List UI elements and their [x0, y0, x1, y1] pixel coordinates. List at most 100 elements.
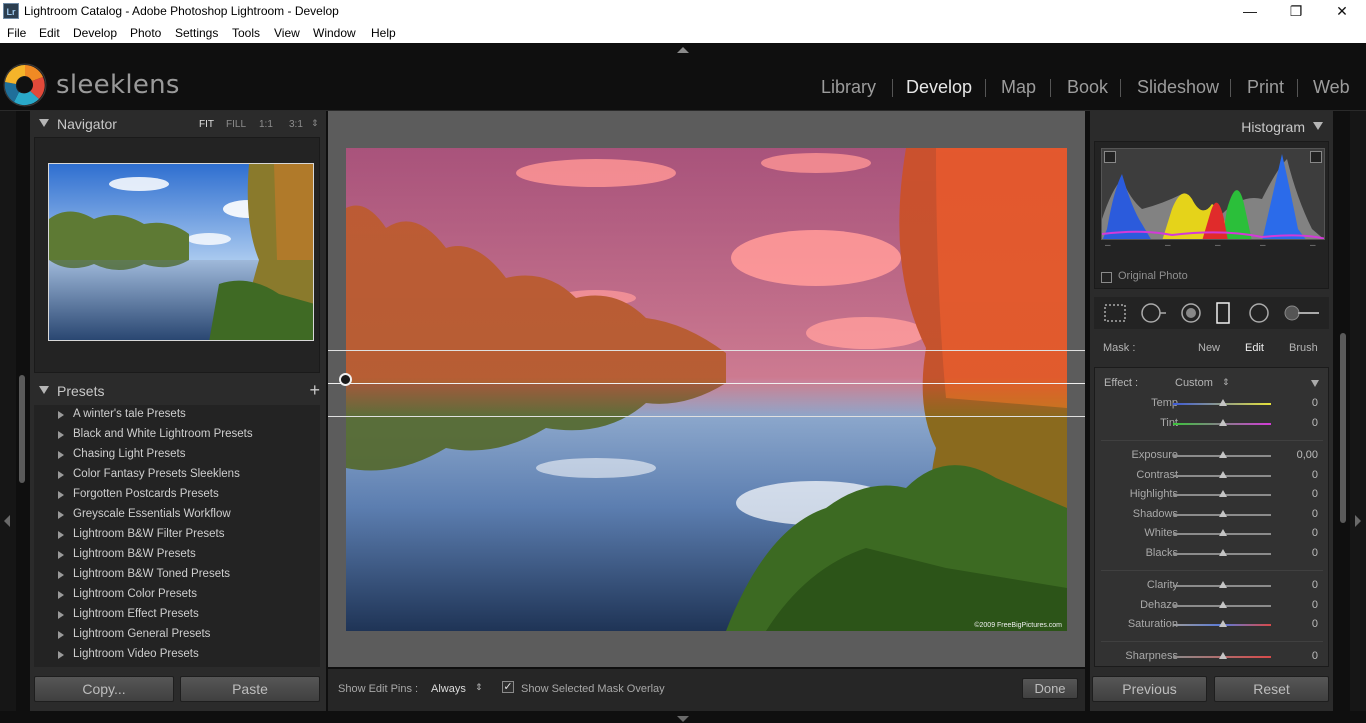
- minimize-icon[interactable]: —: [1227, 0, 1273, 23]
- nav-zoom-fit[interactable]: FIT: [199, 119, 214, 130]
- slider-value[interactable]: 0: [1312, 599, 1318, 611]
- menu-settings[interactable]: Settings: [175, 26, 218, 40]
- nav-zoom-3-1[interactable]: 3:1: [289, 119, 303, 130]
- slider-value[interactable]: 0: [1312, 397, 1318, 409]
- left-panel-toggle-strip[interactable]: [0, 111, 16, 711]
- nav-zoom-fill[interactable]: FILL: [226, 119, 246, 130]
- expand-triangle-icon[interactable]: [58, 651, 64, 659]
- histogram-graph[interactable]: [1101, 148, 1325, 240]
- mask-edit-button[interactable]: Edit: [1245, 342, 1264, 354]
- collapse-top-panel-icon[interactable]: [677, 47, 689, 53]
- adjustment-brush-icon[interactable]: [1284, 305, 1320, 321]
- radial-filter-icon[interactable]: [1248, 302, 1270, 324]
- expand-triangle-icon[interactable]: [58, 491, 64, 499]
- preset-folder[interactable]: Lightroom B&W Toned Presets: [34, 565, 320, 585]
- module-print[interactable]: Print: [1247, 77, 1284, 98]
- slider-thumb[interactable]: [1219, 490, 1227, 497]
- reset-button[interactable]: Reset: [1214, 676, 1329, 702]
- menu-develop[interactable]: Develop: [73, 26, 117, 40]
- add-preset-icon[interactable]: +: [309, 380, 320, 401]
- slider-value[interactable]: 0,00: [1297, 449, 1318, 461]
- slider-thumb[interactable]: [1219, 548, 1227, 556]
- slider-value[interactable]: 0: [1312, 469, 1318, 481]
- slider-tint[interactable]: Tint 0: [1095, 415, 1328, 433]
- preset-folder[interactable]: Lightroom B&W Presets: [34, 545, 320, 565]
- mask-brush-button[interactable]: Brush: [1289, 342, 1318, 354]
- slider-dehaze[interactable]: Dehaze 0: [1095, 597, 1328, 615]
- menu-tools[interactable]: Tools: [232, 26, 260, 40]
- slider-value[interactable]: 0: [1312, 650, 1318, 662]
- slider-thumb[interactable]: [1219, 529, 1227, 536]
- collapse-right-panel-icon[interactable]: [1355, 515, 1361, 527]
- slider-highlights[interactable]: Highlights 0: [1095, 486, 1328, 504]
- slider-thumb[interactable]: [1219, 451, 1227, 458]
- module-slideshow[interactable]: Slideshow: [1137, 77, 1219, 98]
- menu-photo[interactable]: Photo: [130, 26, 161, 40]
- right-panel-scrollbar[interactable]: [1340, 333, 1346, 523]
- show-edit-pins-select[interactable]: Always: [431, 683, 466, 695]
- collapse-triangle-icon[interactable]: [1313, 122, 1323, 130]
- preset-folder[interactable]: A winter's tale Presets: [34, 405, 320, 425]
- slider-thumb[interactable]: [1219, 470, 1227, 478]
- preset-folder[interactable]: Black and White Lightroom Presets: [34, 425, 320, 445]
- preset-folder[interactable]: Lightroom Effect Presets: [34, 605, 320, 625]
- red-eye-icon[interactable]: [1180, 302, 1202, 324]
- slider-value[interactable]: 0: [1312, 527, 1318, 539]
- presets-header[interactable]: Presets +: [30, 378, 326, 404]
- slider-thumb[interactable]: [1219, 600, 1227, 608]
- histogram-header[interactable]: Histogram: [1090, 111, 1333, 139]
- menu-edit[interactable]: Edit: [39, 26, 60, 40]
- expand-triangle-icon[interactable]: [58, 471, 64, 479]
- slider-value[interactable]: 0: [1312, 618, 1318, 630]
- expand-triangle-icon[interactable]: [58, 611, 64, 619]
- slider-blacks[interactable]: Blacks 0: [1095, 545, 1328, 563]
- slider-value[interactable]: 0: [1312, 508, 1318, 520]
- preset-folder[interactable]: Color Fantasy Presets Sleeklens: [34, 465, 320, 485]
- graduated-filter-top-line[interactable]: [328, 350, 1085, 351]
- slider-temp[interactable]: Temp 0: [1095, 395, 1328, 413]
- slider-clarity[interactable]: Clarity 0: [1095, 577, 1328, 595]
- effect-select[interactable]: Custom: [1175, 377, 1213, 389]
- mask-new-button[interactable]: New: [1198, 342, 1220, 354]
- menu-view[interactable]: View: [274, 26, 300, 40]
- collapse-bottom-panel-icon[interactable]: [677, 716, 689, 722]
- expand-triangle-icon[interactable]: [58, 411, 64, 419]
- slider-exposure[interactable]: Exposure 0,00: [1095, 447, 1328, 465]
- done-button[interactable]: Done: [1022, 678, 1078, 699]
- expand-triangle-icon[interactable]: [58, 571, 64, 579]
- effect-collapse-icon[interactable]: [1311, 380, 1319, 387]
- menu-file[interactable]: File: [7, 26, 26, 40]
- module-map[interactable]: Map: [1001, 77, 1036, 98]
- image-canvas[interactable]: ©2009 FreeBigPictures.com: [328, 111, 1085, 667]
- navigator-thumbnail[interactable]: [48, 163, 314, 341]
- slider-whites[interactable]: Whites 0: [1095, 525, 1328, 543]
- slider-sharpness[interactable]: Sharpness 0: [1095, 648, 1328, 666]
- preset-folder[interactable]: Greyscale Essentials Workflow: [34, 505, 320, 525]
- slider-saturation[interactable]: Saturation 0: [1095, 616, 1328, 634]
- navigator-header[interactable]: Navigator FIT FILL 1:1 3:1 ⇕: [30, 111, 326, 137]
- mask-overlay-checkbox[interactable]: ✓: [502, 681, 514, 693]
- graduated-filter-bottom-line[interactable]: [328, 416, 1085, 417]
- right-panel-toggle-strip[interactable]: [1350, 111, 1366, 711]
- expand-triangle-icon[interactable]: [58, 531, 64, 539]
- preset-folder[interactable]: Lightroom B&W Filter Presets: [34, 525, 320, 545]
- module-book[interactable]: Book: [1067, 77, 1108, 98]
- collapse-triangle-icon[interactable]: [39, 386, 49, 394]
- graduated-filter-center-line[interactable]: [328, 383, 1085, 384]
- slider-thumb[interactable]: [1219, 509, 1227, 517]
- previous-button[interactable]: Previous: [1092, 676, 1207, 702]
- expand-triangle-icon[interactable]: [58, 591, 64, 599]
- expand-triangle-icon[interactable]: [58, 451, 64, 459]
- spot-removal-icon[interactable]: [1140, 302, 1168, 324]
- select-stepper-icon[interactable]: ⇕: [475, 682, 483, 693]
- preset-folder[interactable]: Lightroom Video Presets: [34, 645, 320, 665]
- crop-overlay-icon[interactable]: [1104, 303, 1126, 323]
- slider-shadows[interactable]: Shadows 0: [1095, 506, 1328, 524]
- slider-thumb[interactable]: [1219, 581, 1227, 588]
- slider-value[interactable]: 0: [1312, 417, 1318, 429]
- slider-thumb[interactable]: [1219, 418, 1227, 426]
- graduated-filter-icon[interactable]: [1216, 302, 1230, 324]
- original-photo-checkbox[interactable]: [1101, 272, 1112, 283]
- nav-zoom-1-1[interactable]: 1:1: [259, 119, 273, 130]
- close-icon[interactable]: ✕: [1319, 0, 1365, 23]
